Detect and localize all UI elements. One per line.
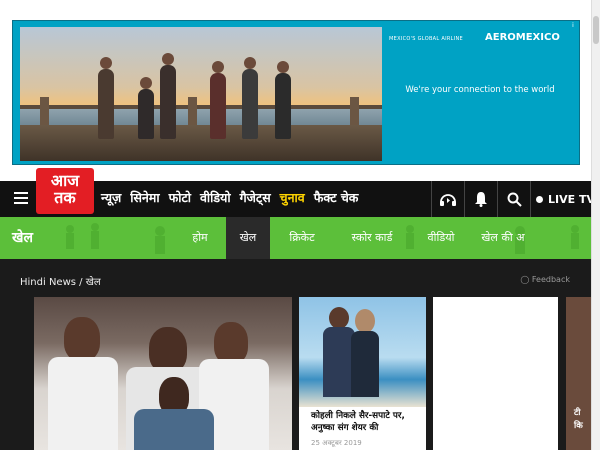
advertisement-banner[interactable]: MEXICO'S GLOBAL AIRLINE AEROMEXICO We're… (12, 20, 580, 165)
live-tv-button[interactable]: LIVE TV (530, 181, 600, 217)
section-tab-more[interactable]: खेल की अ (472, 217, 534, 259)
nav-link-elections[interactable]: चुनाव (280, 189, 305, 209)
feedback-icon: ◯ (520, 275, 530, 284)
site-logo[interactable]: आज तक (36, 168, 94, 214)
story-card-caption: कोहली निकले सैर-सपाटे पर, अनुष्का संग शे… (311, 411, 405, 433)
section-bar: खेल होम खेल क्रिकेट स्कोर कार्ड वीडियो ख… (0, 217, 600, 259)
ad-brand-name: AEROMEXICO (485, 32, 560, 43)
section-tab-video[interactable]: वीडियो (410, 217, 472, 259)
ad-tagline-small: MEXICO'S GLOBAL AIRLINE (389, 36, 464, 42)
section-title: खेल (12, 230, 33, 246)
scrollbar-thumb[interactable] (593, 16, 599, 44)
ad-photo (20, 27, 382, 161)
live-dot-icon (536, 195, 543, 203)
headphones-icon (440, 194, 456, 206)
breadcrumb-separator: / (79, 277, 83, 288)
featured-story-image[interactable] (34, 297, 292, 450)
section-tab-sports[interactable]: खेल (226, 217, 270, 259)
podcast-button[interactable] (431, 181, 464, 217)
live-tv-label: LIVE TV (548, 192, 595, 206)
search-button[interactable] (497, 181, 530, 217)
nav-links: न्यूज़ सिनेमा फोटो वीडियो गैजेट्स चुनाव … (101, 189, 367, 209)
section-tab-cricket[interactable]: क्रिकेट (270, 217, 334, 259)
logo-line-2: तक (54, 188, 76, 207)
ad-info-icon[interactable]: i (569, 22, 577, 30)
nav-link-news[interactable]: न्यूज़ (101, 189, 121, 209)
partial-line-2: कि (574, 421, 583, 431)
nav-link-photo[interactable]: फोटो (169, 189, 191, 209)
nav-link-fact-check[interactable]: फैक्ट चेक (314, 189, 359, 209)
page: MEXICO'S GLOBAL AIRLINE AEROMEXICO We're… (0, 0, 600, 450)
nav-link-video[interactable]: वीडियो (200, 189, 231, 209)
story-card-image (299, 297, 426, 407)
ad-message: We're your connection to the world (405, 85, 555, 95)
breadcrumb: Hindi News / खेल (20, 274, 101, 288)
notification-button[interactable] (464, 181, 497, 217)
story-card[interactable]: कोहली निकले सैर-सपाटे पर, अनुष्का संग शे… (299, 297, 426, 450)
story-card-date: 25 अक्टूबर 2019 (311, 439, 362, 447)
search-icon (507, 192, 522, 207)
story-card-blank[interactable] (433, 297, 558, 450)
bell-icon (475, 192, 487, 207)
nav-link-cinema[interactable]: सिनेमा (130, 189, 159, 209)
hamburger-menu-icon[interactable] (14, 192, 28, 205)
section-tab-scorecard[interactable]: स्कोर कार्ड (334, 217, 410, 259)
partial-line-1: टी (574, 408, 581, 418)
feedback-label: Feedback (531, 275, 570, 284)
section-menu: होम खेल क्रिकेट स्कोर कार्ड वीडियो खेल क… (174, 217, 534, 259)
nav-actions: LIVE TV (431, 181, 600, 217)
scrollbar[interactable] (591, 0, 600, 450)
story-card-partial-text: टी कि (574, 407, 583, 433)
breadcrumb-home[interactable]: Hindi News (20, 277, 76, 288)
section-tab-home[interactable]: होम (174, 217, 226, 259)
breadcrumb-current: खेल (85, 277, 101, 288)
nav-link-gadgets[interactable]: गैजेट्स (240, 189, 271, 209)
ad-brand-logo: MEXICO'S GLOBAL AIRLINE AEROMEXICO (385, 29, 575, 51)
feedback-link[interactable]: ◯ Feedback (520, 275, 570, 284)
